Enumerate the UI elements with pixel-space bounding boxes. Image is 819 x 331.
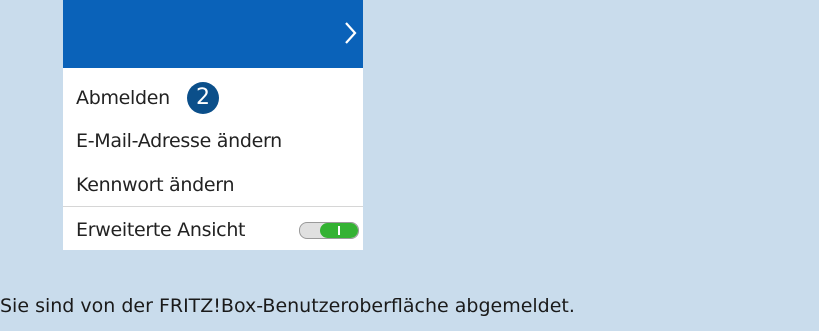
menu-item-label: Kennwort ändern	[76, 174, 235, 196]
chevron-right-icon[interactable]	[343, 20, 359, 46]
menu-item-label: E-Mail-Adresse ändern	[76, 130, 282, 152]
menu-item-label: Erweiterte Ansicht	[76, 219, 246, 241]
step-badge: 2	[187, 82, 219, 114]
menu-item-change-password[interactable]: Kennwort ändern	[63, 162, 363, 206]
menu-item-logout[interactable]: Abmelden 2	[63, 75, 363, 119]
menu-header[interactable]	[63, 0, 363, 68]
menu-item-advanced-view[interactable]: Erweiterte Ansicht	[63, 207, 363, 251]
account-menu: Abmelden 2 E-Mail-Adresse ändern Kennwor…	[63, 0, 363, 250]
advanced-view-toggle[interactable]	[299, 222, 359, 239]
menu-item-label: Abmelden	[76, 87, 170, 109]
toggle-on-icon	[338, 226, 340, 235]
menu-item-change-email[interactable]: E-Mail-Adresse ändern	[63, 118, 363, 162]
logout-message: Sie sind von der FRITZ!Box-Benutzeroberf…	[0, 295, 575, 317]
